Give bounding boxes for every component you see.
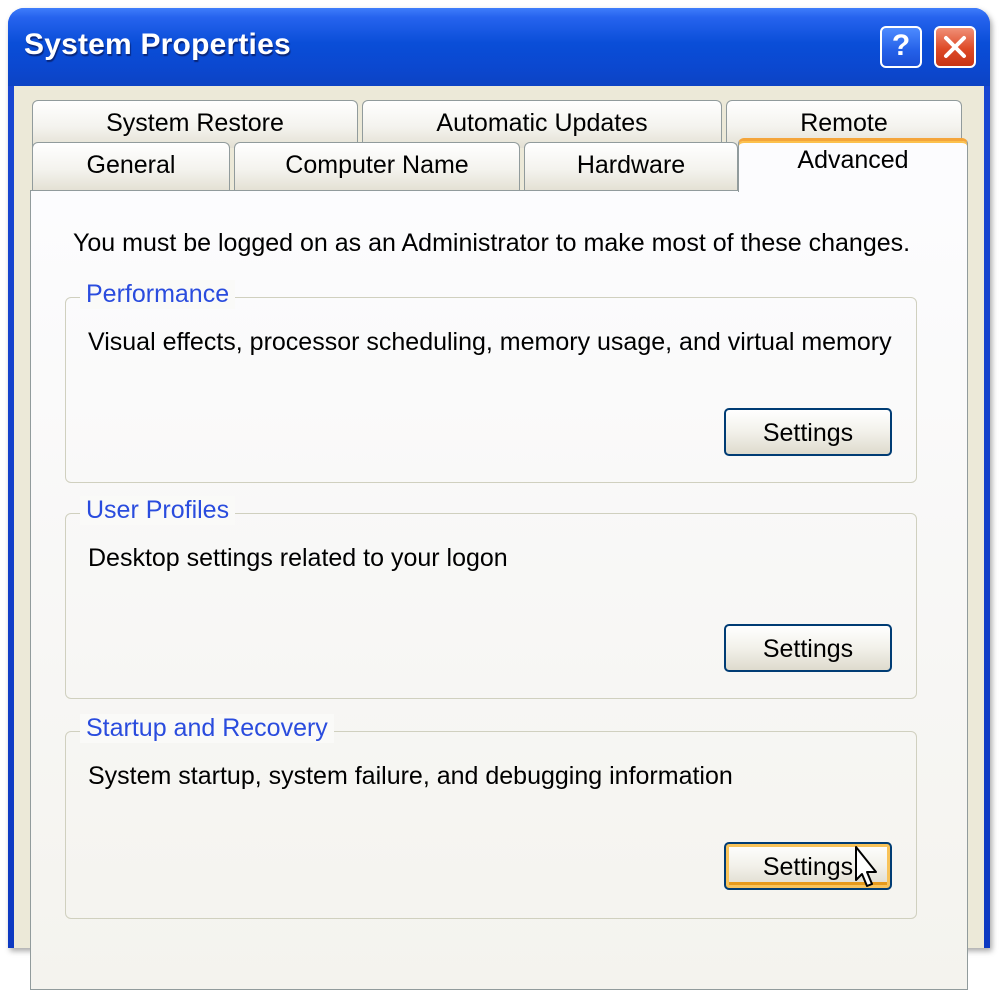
window-title: System Properties xyxy=(24,28,291,61)
group-description: Desktop settings related to your logon xyxy=(88,544,508,572)
performance-settings-button[interactable]: Settings xyxy=(724,408,892,456)
admin-notice: You must be logged on as an Administrato… xyxy=(73,229,911,257)
close-icon xyxy=(944,36,966,58)
tab-hardware[interactable]: Hardware xyxy=(524,142,738,191)
group-description: System startup, system failure, and debu… xyxy=(88,762,733,790)
tab-label: System Restore xyxy=(106,109,284,137)
group-description: Visual effects, processor scheduling, me… xyxy=(88,328,892,356)
performance-group: Performance Visual effects, processor sc… xyxy=(65,280,917,483)
system-properties-window: System Properties ? System Restore Autom… xyxy=(8,8,990,990)
tab-label: Automatic Updates xyxy=(436,109,648,137)
advanced-tab-panel: You must be logged on as an Administrato… xyxy=(30,190,968,990)
tab-advanced[interactable]: Advanced xyxy=(738,138,968,192)
tab-label: General xyxy=(86,151,176,179)
tab-system-restore[interactable]: System Restore xyxy=(32,100,358,148)
group-title: Performance xyxy=(80,280,236,309)
title-bar[interactable]: System Properties ? xyxy=(8,8,990,86)
help-button[interactable]: ? xyxy=(880,26,922,68)
group-title: Startup and Recovery xyxy=(80,714,334,743)
group-title: User Profiles xyxy=(80,496,236,525)
tab-label: Hardware xyxy=(576,151,686,179)
tab-automatic-updates[interactable]: Automatic Updates xyxy=(362,100,722,148)
dialog-client-area: System Restore Automatic Updates Remote … xyxy=(14,86,984,990)
user-profiles-group: User Profiles Desktop settings related t… xyxy=(65,496,917,699)
close-button[interactable] xyxy=(934,26,976,68)
tab-label: Computer Name xyxy=(285,151,469,179)
user-profiles-settings-button[interactable]: Settings xyxy=(724,624,892,672)
tab-general[interactable]: General xyxy=(32,142,230,191)
tab-label: Advanced xyxy=(797,146,909,174)
help-icon: ? xyxy=(891,29,911,62)
tab-label: Remote xyxy=(800,109,888,137)
startup-recovery-group: Startup and Recovery System startup, sys… xyxy=(65,714,917,919)
mouse-pointer-icon xyxy=(855,846,877,887)
tab-computer-name[interactable]: Computer Name xyxy=(234,142,520,191)
